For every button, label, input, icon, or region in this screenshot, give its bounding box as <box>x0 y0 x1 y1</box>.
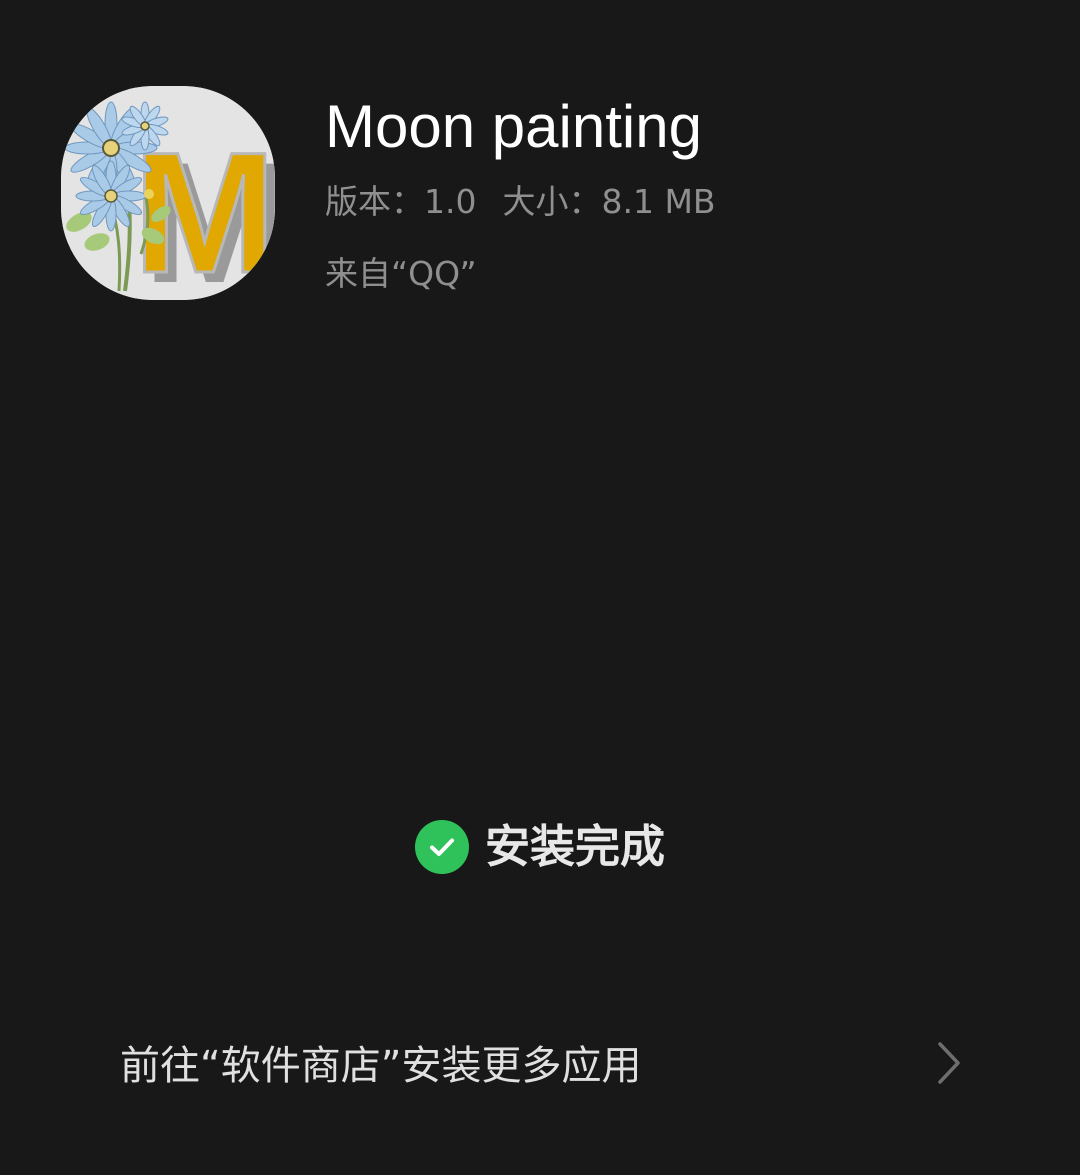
chevron-right-icon <box>930 1038 970 1092</box>
size-label: 大小： <box>502 182 602 221</box>
size-value: 8.1 MB <box>601 182 716 221</box>
app-store-link-label: 前往“软件商店”安装更多应用 <box>120 1043 642 1089</box>
version-label: 版本： <box>325 182 424 221</box>
app-source: 来自“QQ” <box>325 254 477 293</box>
app-store-link[interactable]: 前往“软件商店”安装更多应用 <box>0 1020 1080 1110</box>
app-meta: 版本：1.0 大小：8.1 MB <box>325 180 716 224</box>
version-value: 1.0 <box>424 182 477 221</box>
check-circle-icon <box>414 820 469 874</box>
app-name: Moon painting <box>325 93 702 160</box>
app-header: M M Moon painting 版本：1.0 大小：8.1 MB 来自“QQ… <box>61 86 1021 306</box>
app-icon: M M <box>61 86 275 300</box>
install-status-text: 安装完成 <box>484 820 665 873</box>
app-icon-graphic: M M <box>61 86 275 300</box>
install-status: 安装完成 <box>0 812 1080 882</box>
